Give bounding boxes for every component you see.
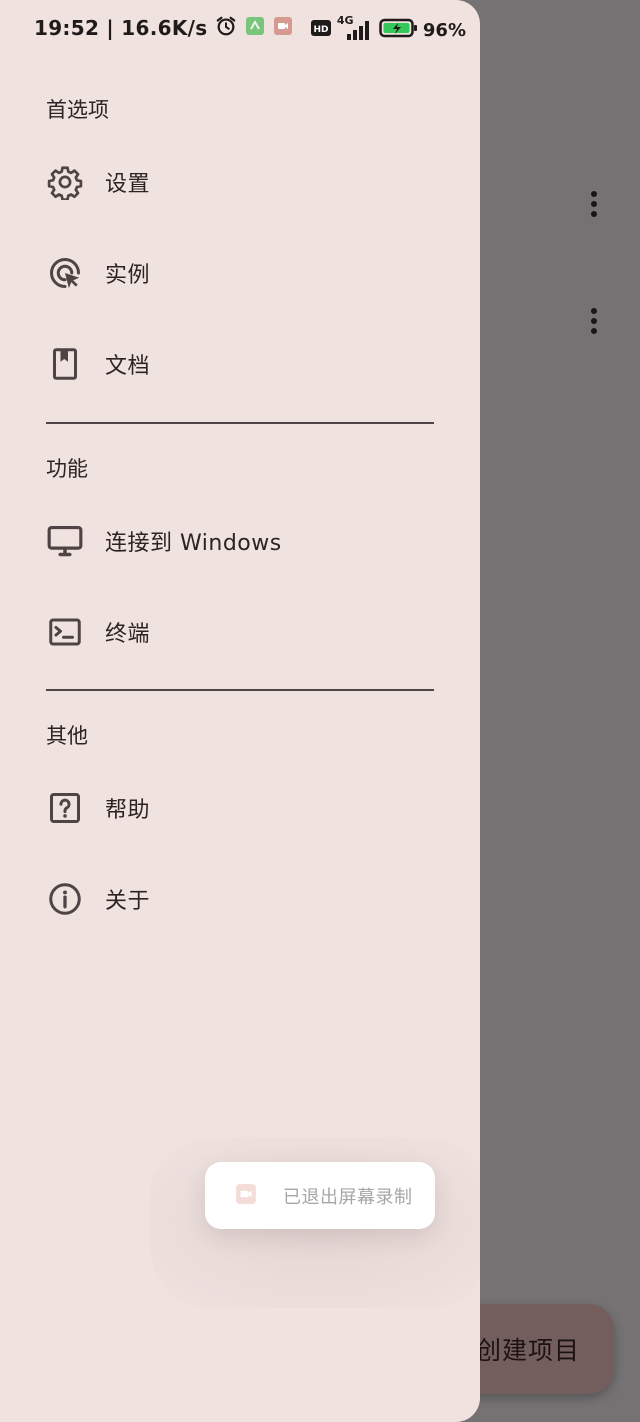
battery-charging-icon [379,17,419,43]
book-bookmark-icon [46,345,84,383]
hd-icon: HD [310,20,331,40]
status-bar: 19:52 | 16.6K/s HD 4G 96% [0,0,480,60]
svg-text:HD: HD [313,25,328,35]
status-time: 19:52 | 16.6K/s [34,16,208,40]
screen-record-toast: 已退出屏幕录制 [205,1162,435,1229]
section-divider [46,689,434,691]
drawer-item-label: 终端 [105,622,151,647]
more-options-button[interactable] [584,186,604,222]
help-icon [46,789,84,827]
cursor-click-icon [46,254,84,292]
drawer-item-docs[interactable]: 文档 [20,324,460,404]
drawer-item-terminal[interactable]: 终端 [20,592,460,672]
screen-record-icon [235,1183,257,1209]
drawer-item-label: 设置 [105,172,151,197]
drawer-item-about[interactable]: 关于 [20,859,460,939]
drawer-item-settings[interactable]: 设置 [20,142,460,222]
terminal-icon [46,613,84,651]
drawer-item-examples[interactable]: 实例 [20,233,460,313]
section-title-preferences: 首选项 [46,98,109,122]
toast-message: 已退出屏幕录制 [283,1186,413,1208]
drawer-item-connect-windows[interactable]: 连接到 Windows [20,501,460,581]
create-project-label: 创建项目 [475,1336,580,1365]
more-options-button[interactable] [584,303,604,339]
signal-icon: 4G [335,14,375,42]
gear-icon [46,163,84,201]
drawer-item-label: 关于 [105,889,151,914]
drawer-item-label: 实例 [105,263,151,288]
drawer-item-label: 文档 [105,354,151,379]
alarm-icon [215,15,237,41]
section-title-other: 其他 [46,724,88,748]
drawer-item-label: 连接到 Windows [105,531,282,556]
app-notification-icon [245,16,265,40]
info-icon [46,880,84,918]
drawer-item-label: 帮助 [105,798,151,823]
monitor-icon [46,522,84,560]
drawer-item-help[interactable]: 帮助 [20,768,460,848]
section-divider [46,422,434,424]
battery-level: 96% [422,19,466,41]
screen-record-icon [273,16,293,40]
section-title-features: 功能 [46,457,88,481]
